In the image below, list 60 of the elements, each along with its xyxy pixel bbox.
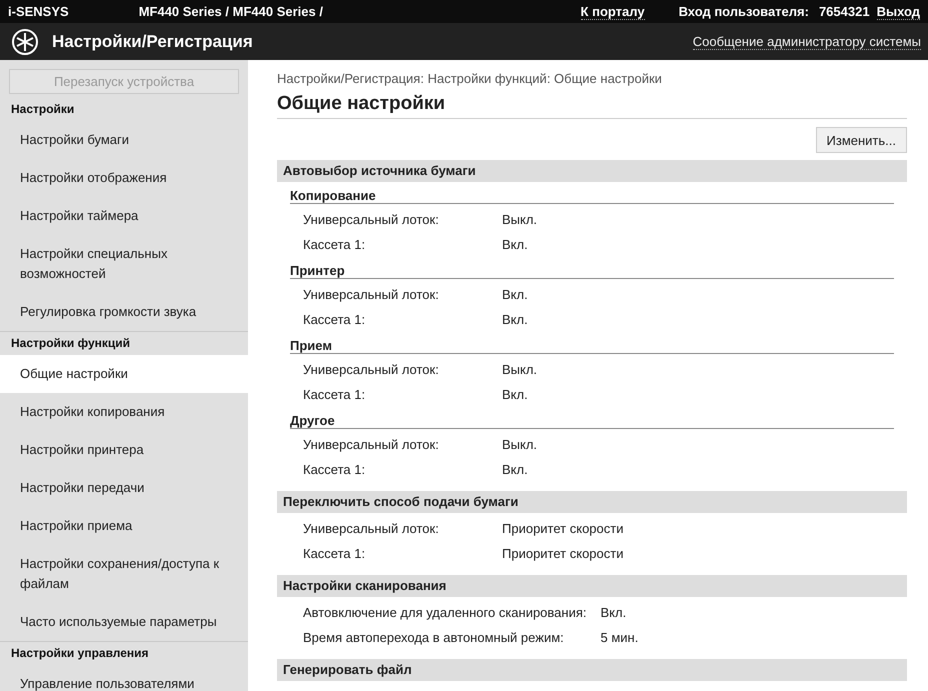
app-title: Настройки/Регистрация [52,32,253,52]
setting-label: Универсальный лоток: [303,211,440,229]
setting-value: Вкл. [600,604,628,622]
sidebar-group-title: Настройки [10,101,76,118]
portal-link[interactable]: К порталу [580,4,645,20]
sidebar-item[interactable]: Управление пользователями [0,665,248,691]
sidebar-item[interactable]: Настройки передачи [0,469,248,507]
setting-label: Универсальный лоток: [303,286,440,304]
admin-message-link[interactable]: Сообщение администратору системы [692,34,921,50]
setting-value: Выкл. [502,211,538,229]
setting-value: Выкл. [502,361,538,379]
sidebar-item[interactable]: Настройки бумаги [0,121,248,159]
section-header: Генерировать файл [277,659,907,681]
logo-icon [10,26,40,56]
login-user: 7654321 [818,4,870,19]
setting-label: Универсальный лоток: [303,520,440,538]
setting-label: Кассета 1: [303,236,366,254]
sidebar-item[interactable]: Настройки принтера [0,431,248,469]
sidebar-item[interactable]: Настройки специальных возможностей [0,235,248,293]
setting-label: Универсальный лоток: [303,436,440,454]
setting-label: Универсальный лоток: [303,361,440,379]
sidebar-group-title: Настройки управления [10,645,150,662]
brand-name: i-SENSYS [8,4,69,19]
subsection-title: Другое [290,413,894,429]
section-header: Настройки сканирования [277,575,907,597]
sidebar-item[interactable]: Регулировка громкости звука [0,293,248,331]
edit-button[interactable]: Изменить... [816,127,907,153]
subsection-title: Принтер [290,263,894,279]
setting-value: 5 мин. [600,629,640,647]
sidebar-item[interactable]: Настройки таймера [0,197,248,235]
setting-value: Вкл. [502,236,529,254]
setting-value: Вкл. [502,461,529,479]
sidebar-item[interactable]: Часто используемые параметры [0,603,248,641]
subsection-title: Копирование [290,188,894,204]
login-label: Вход пользователя: [678,4,809,19]
setting-label: Кассета 1: [303,386,366,404]
setting-label: Кассета 1: [303,545,366,563]
section-header: Автовыбор источника бумаги [277,160,907,182]
device-path: MF440 Series / MF440 Series / [138,4,323,19]
setting-value: Вкл. [502,386,529,404]
setting-value: Выкл. [502,436,538,454]
sidebar-item[interactable]: Общие настройки [0,355,248,393]
page-title: Общие настройки [277,86,907,119]
setting-value: Приоритет скорости [502,545,624,563]
setting-value: Вкл. [502,286,529,304]
sidebar-item[interactable]: Настройки отображения [0,159,248,197]
sidebar-group-title: Настройки функций [10,335,132,352]
setting-label: Время автоперехода в автономный режим: [303,629,565,647]
subsection-title: Прием [290,338,894,354]
sidebar-item[interactable]: Настройки копирования [0,393,248,431]
setting-label: Кассета 1: [303,311,366,329]
sidebar-item[interactable]: Настройки приема [0,507,248,545]
section-header: Переключить способ подачи бумаги [277,491,907,513]
setting-value: Вкл. [502,311,529,329]
setting-value: Приоритет скорости [502,520,624,538]
logout-link[interactable]: Выход [876,4,920,20]
setting-label: Кассета 1: [303,461,366,479]
breadcrumb: Настройки/Регистрация: Настройки функций: Общие настройки [277,71,663,86]
setting-label: Автовключение для удаленного сканирования: [303,604,586,622]
sidebar-item[interactable]: Настройки сохранения/доступа к файлам [0,545,248,603]
